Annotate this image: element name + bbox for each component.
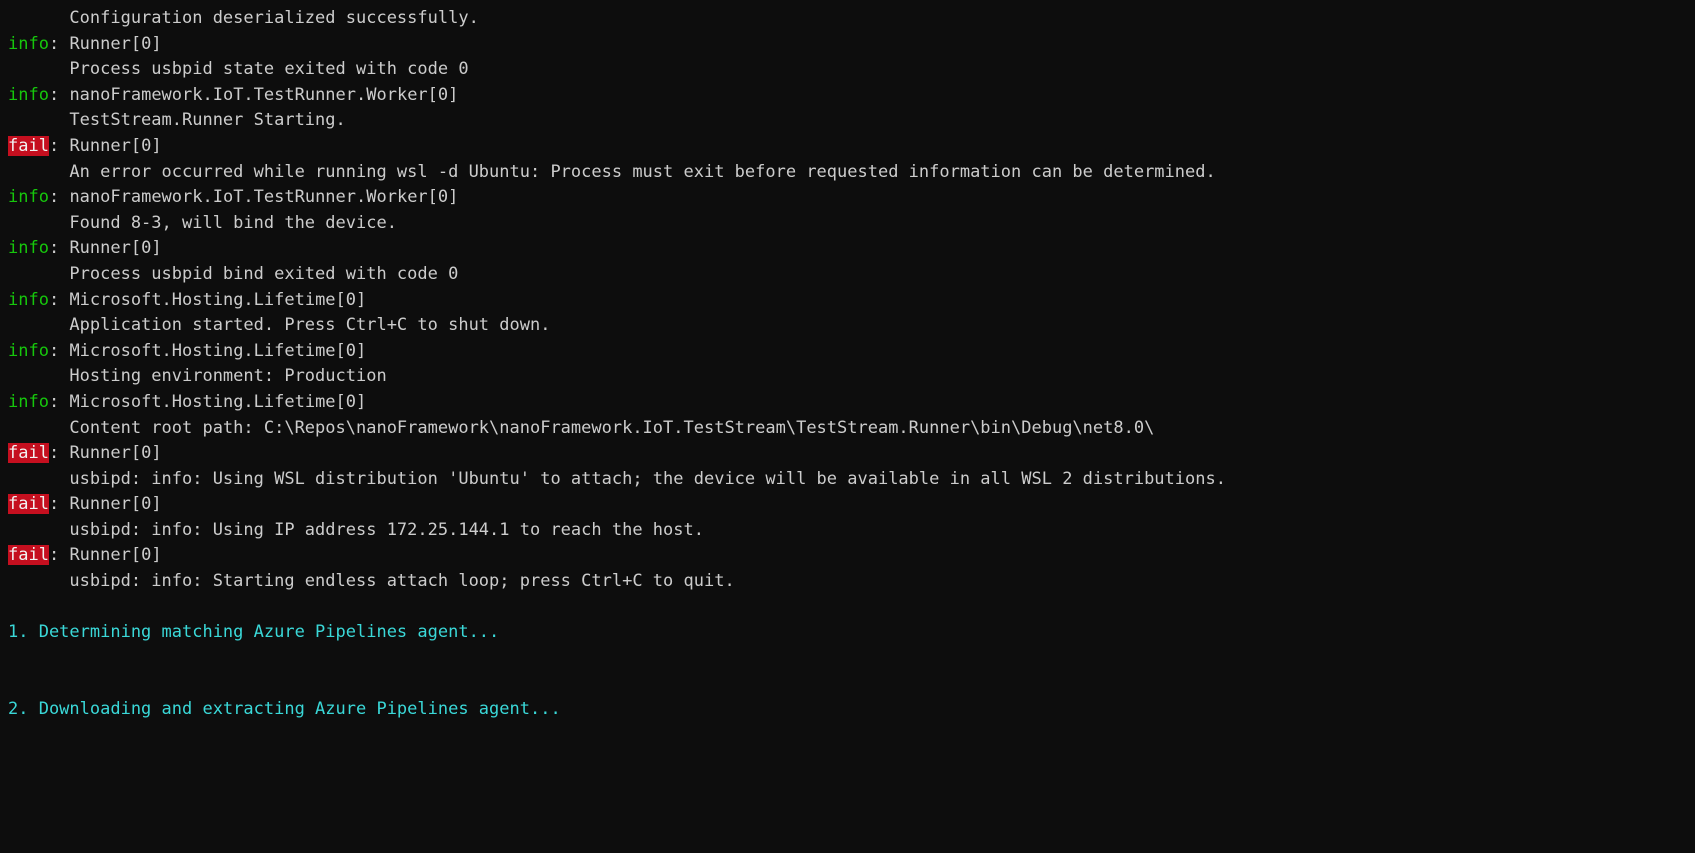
log-message-text: Hosting environment: Production — [8, 366, 387, 387]
log-level-label-info: info — [8, 289, 49, 310]
log-category: Microsoft.Hosting.Lifetime[0] — [69, 340, 367, 361]
log-entry-header: info: Runner[0] — [0, 32, 1695, 58]
log-message-line: Content root path: C:\Repos\nanoFramewor… — [0, 416, 1695, 442]
log-message-text: Process usbpid state exited with code 0 — [8, 59, 469, 80]
log-message-line: Configuration deserialized successfully. — [0, 6, 1695, 32]
blank-line-text — [8, 648, 18, 668]
pipeline-step-text: 2. Downloading and extracting Azure Pipe… — [8, 699, 561, 720]
log-entry-header: fail: Runner[0] — [0, 134, 1695, 160]
log-message-line: usbipd: info: Starting endless attach lo… — [0, 569, 1695, 595]
log-category: Runner[0] — [69, 135, 162, 156]
blank-line — [0, 671, 1695, 697]
log-message-line: usbipd: info: Using WSL distribution 'Ub… — [0, 467, 1695, 493]
log-level-label-info: info — [8, 84, 49, 105]
log-category: nanoFramework.IoT.TestRunner.Worker[0] — [69, 187, 459, 208]
log-message-line: An error occurred while running wsl -d U… — [0, 160, 1695, 186]
log-separator: : — [48, 238, 70, 259]
log-level-label-fail: fail — [8, 443, 49, 464]
log-message-line: usbipd: info: Using IP address 172.25.14… — [0, 518, 1695, 544]
blank-line-text — [8, 725, 18, 745]
log-message-text: usbipd: info: Using WSL distribution 'Ub… — [8, 468, 1226, 489]
log-separator: : — [48, 545, 70, 566]
log-separator: : — [48, 391, 70, 412]
blank-line — [0, 595, 1695, 621]
log-separator: : — [48, 135, 70, 156]
log-category: Runner[0] — [69, 545, 162, 566]
log-message-text: Found 8-3, will bind the device. — [8, 212, 397, 233]
log-category: Microsoft.Hosting.Lifetime[0] — [69, 391, 367, 412]
log-level-label-info: info — [8, 33, 49, 54]
log-separator: : — [48, 33, 70, 54]
blank-line — [0, 646, 1695, 672]
blank-line — [0, 748, 1695, 774]
log-message-text: TestStream.Runner Starting. — [8, 110, 346, 131]
log-level-label-info: info — [8, 238, 49, 259]
log-message-line: Hosting environment: Production — [0, 364, 1695, 390]
log-separator: : — [48, 494, 70, 515]
log-category: Runner[0] — [69, 238, 162, 259]
blank-line-text — [8, 597, 18, 617]
log-message-line: Process usbpid state exited with code 0 — [0, 57, 1695, 83]
log-message-line: Application started. Press Ctrl+C to shu… — [0, 313, 1695, 339]
log-level-label-fail: fail — [8, 545, 49, 566]
log-message-line: Process usbpid bind exited with code 0 — [0, 262, 1695, 288]
log-message-text: Application started. Press Ctrl+C to shu… — [8, 315, 551, 336]
pipeline-step-line: 2. Downloading and extracting Azure Pipe… — [0, 697, 1695, 723]
log-separator: : — [48, 443, 70, 464]
pipeline-step-line: 1. Determining matching Azure Pipelines … — [0, 620, 1695, 646]
pipeline-step-text: 1. Determining matching Azure Pipelines … — [8, 622, 500, 643]
log-level-label-info: info — [8, 391, 49, 412]
log-message-text: An error occurred while running wsl -d U… — [8, 161, 1216, 182]
log-entry-header: info: Microsoft.Hosting.Lifetime[0] — [0, 288, 1695, 314]
log-message-text: Configuration deserialized successfully. — [8, 8, 479, 28]
log-message-line: Found 8-3, will bind the device. — [0, 211, 1695, 237]
log-entry-header: fail: Runner[0] — [0, 492, 1695, 518]
log-entry-header: info: nanoFramework.IoT.TestRunner.Worke… — [0, 185, 1695, 211]
log-level-label-fail: fail — [8, 135, 49, 156]
log-message-text: usbipd: info: Starting endless attach lo… — [8, 571, 735, 592]
log-message-text: usbipd: info: Using IP address 172.25.14… — [8, 519, 704, 540]
log-entry-header: info: nanoFramework.IoT.TestRunner.Worke… — [0, 83, 1695, 109]
log-category: Microsoft.Hosting.Lifetime[0] — [69, 289, 367, 310]
log-entry-header: fail: Runner[0] — [0, 543, 1695, 569]
blank-line-text — [8, 750, 18, 770]
log-level-label-info: info — [8, 187, 49, 208]
log-message-line: TestStream.Runner Starting. — [0, 108, 1695, 134]
blank-line — [0, 723, 1695, 749]
log-category: nanoFramework.IoT.TestRunner.Worker[0] — [69, 84, 459, 105]
log-entry-header: info: Microsoft.Hosting.Lifetime[0] — [0, 390, 1695, 416]
log-entry-header: fail: Runner[0] — [0, 441, 1695, 467]
blank-line-text — [8, 673, 18, 693]
log-category: Runner[0] — [69, 33, 162, 54]
terminal-output-pane[interactable]: Configuration deserialized successfully.… — [0, 0, 1695, 853]
log-message-text: Content root path: C:\Repos\nanoFramewor… — [8, 417, 1155, 438]
log-separator: : — [48, 289, 70, 310]
log-separator: : — [48, 187, 70, 208]
log-category: Runner[0] — [69, 443, 162, 464]
log-level-label-info: info — [8, 340, 49, 361]
log-category: Runner[0] — [69, 494, 162, 515]
log-entry-header: info: Microsoft.Hosting.Lifetime[0] — [0, 339, 1695, 365]
log-separator: : — [48, 84, 70, 105]
log-separator: : — [48, 340, 70, 361]
log-level-label-fail: fail — [8, 494, 49, 515]
log-message-text: Process usbpid bind exited with code 0 — [8, 263, 459, 284]
log-entry-header: info: Runner[0] — [0, 236, 1695, 262]
